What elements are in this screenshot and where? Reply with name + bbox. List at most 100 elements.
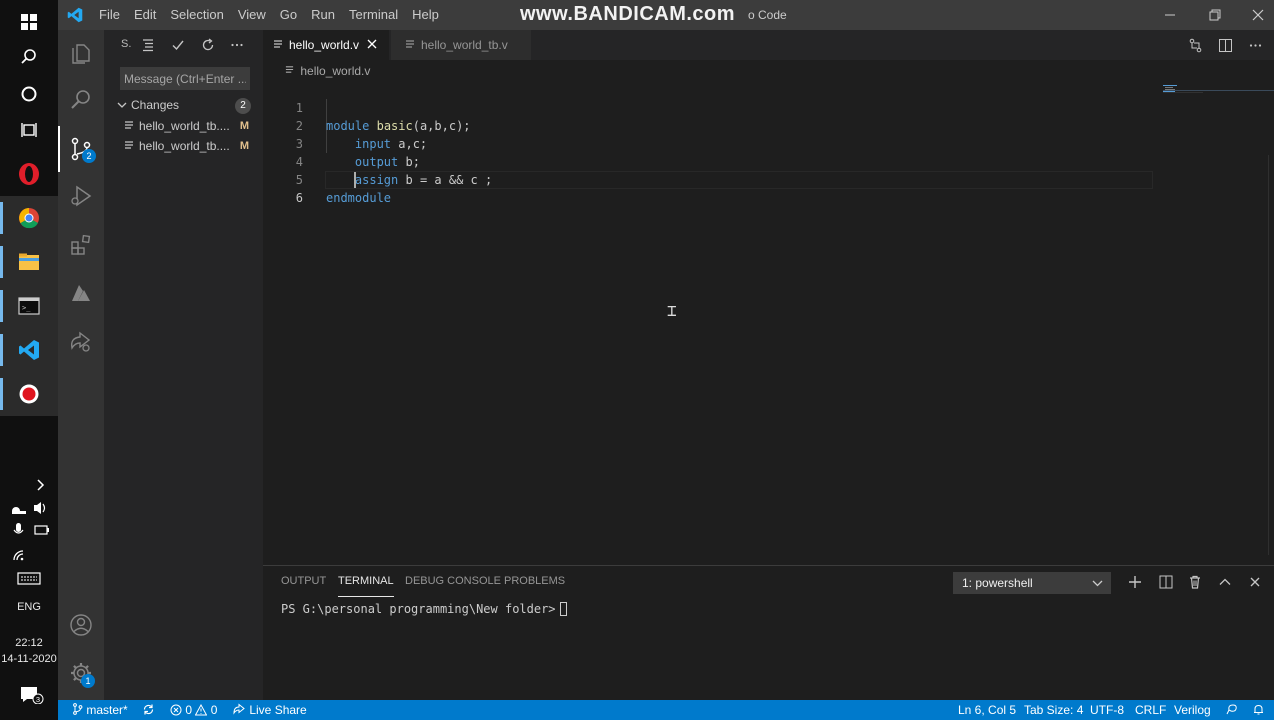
live-share-icon[interactable]	[58, 319, 104, 365]
sync-icon[interactable]	[142, 700, 155, 720]
menu-file[interactable]: File	[92, 0, 127, 30]
feedback-icon[interactable]	[1225, 700, 1238, 720]
settings-badge: 1	[81, 674, 95, 688]
branch-status[interactable]: master*	[72, 700, 128, 720]
show-hidden-icons-chevron-icon[interactable]	[0, 476, 58, 497]
input-language[interactable]: ENG	[0, 601, 58, 613]
explorer-icon[interactable]	[58, 30, 104, 76]
file-icon	[124, 139, 134, 154]
changes-group-header[interactable]: Changes 2	[104, 95, 263, 117]
commit-message-input[interactable]	[120, 67, 250, 90]
commit-check-icon[interactable]	[169, 36, 187, 54]
notifications-bell-icon[interactable]	[1252, 700, 1265, 720]
git-branch-icon	[73, 703, 83, 715]
clock-date[interactable]: 14-11-2020	[0, 653, 58, 665]
changed-file-item[interactable]: hello_world_tb.... M	[104, 136, 263, 156]
code-line: 6	[263, 171, 1153, 205]
terminal-cursor	[559, 602, 567, 616]
chrome-icon[interactable]	[0, 196, 58, 240]
close-button[interactable]	[1236, 0, 1274, 30]
vscode-icon[interactable]	[0, 328, 58, 372]
warning-icon	[195, 703, 208, 716]
source-control-icon[interactable]: 2	[58, 126, 104, 172]
terminal-prompt: PS G:\personal programming\New folder>	[281, 602, 556, 616]
extensions-icon[interactable]	[58, 222, 104, 268]
action-center-icon[interactable]: 3	[0, 684, 58, 707]
live-share-status[interactable]: Live Share	[233, 700, 307, 720]
close-panel-icon[interactable]	[1245, 572, 1265, 592]
verilog-file-icon	[273, 38, 283, 53]
language-mode[interactable]: Verilog	[1174, 700, 1211, 720]
more-actions-icon[interactable]	[228, 36, 246, 54]
svg-text:>_: >_	[22, 304, 31, 312]
menu-terminal[interactable]: Terminal	[342, 0, 405, 30]
tab-problems[interactable]: PROBLEMS	[504, 575, 565, 597]
open-changes-icon[interactable]	[1186, 36, 1204, 54]
wifi-icon[interactable]	[0, 546, 58, 565]
bandicam-record-icon[interactable]	[0, 372, 58, 416]
menu-selection[interactable]: Selection	[163, 0, 230, 30]
source-control-badge: 2	[82, 149, 96, 163]
tab-hello-world-v[interactable]: hello_world.v	[263, 30, 389, 60]
accounts-icon[interactable]	[58, 602, 104, 648]
bottom-panel: OUTPUT TERMINAL DEBUG CONSOLE PROBLEMS 1…	[263, 565, 1274, 700]
maximize-panel-chevron-up-icon[interactable]	[1215, 572, 1235, 592]
kill-terminal-trash-icon[interactable]	[1185, 572, 1205, 592]
search-view-icon[interactable]	[58, 76, 104, 122]
menu-view[interactable]: View	[231, 0, 273, 30]
azure-icon[interactable]	[58, 271, 104, 317]
menu-help[interactable]: Help	[405, 0, 446, 30]
file-icon	[124, 119, 134, 134]
terminal-icon[interactable]: >_	[0, 284, 58, 328]
line-number: 6	[295, 191, 303, 205]
clock-time[interactable]: 22:12	[0, 637, 58, 649]
minimize-button[interactable]	[1148, 0, 1192, 30]
view-as-tree-icon[interactable]	[139, 36, 157, 54]
refresh-icon[interactable]	[199, 36, 217, 54]
keyboard-icon[interactable]	[0, 570, 58, 589]
tab-debug-console[interactable]: DEBUG CONSOLE	[405, 575, 501, 597]
notification-count: 3	[36, 695, 40, 704]
tab-label: hello_world_tb.v	[421, 38, 508, 52]
restore-button[interactable]	[1193, 0, 1237, 30]
split-terminal-icon[interactable]	[1156, 572, 1176, 592]
tab-terminal[interactable]: TERMINAL	[338, 575, 394, 597]
end-of-line[interactable]: CRLF	[1135, 700, 1166, 720]
changes-count-badge: 2	[235, 98, 251, 114]
changed-file-item[interactable]: hello_world_tb.... M	[104, 116, 263, 136]
run-debug-icon[interactable]	[58, 173, 104, 219]
editor-scrollbar[interactable]	[1268, 155, 1274, 555]
encoding[interactable]: UTF-8	[1090, 700, 1124, 720]
tray-mic-battery-icons[interactable]	[0, 522, 58, 541]
split-editor-icon[interactable]	[1216, 36, 1234, 54]
file-explorer-icon[interactable]	[0, 240, 58, 284]
windows-taskbar: >_ ENG 22:12 14-11-2020 3	[0, 0, 58, 720]
cursor-position[interactable]: Ln 6, Col 5	[958, 700, 1016, 720]
editor-more-actions-icon[interactable]	[1246, 36, 1264, 54]
modified-status: M	[239, 120, 249, 132]
changes-label: Changes	[131, 98, 180, 112]
tray-network-volume-icons[interactable]	[0, 500, 58, 519]
code-editor[interactable]: hello_world.v 1 module basic(a,b,c); 2 i…	[263, 60, 1274, 565]
breadcrumb[interactable]: hello_world.v	[285, 64, 370, 78]
status-bar: master* 0 0 Live Share Ln 6, Col 5 Tab S…	[58, 700, 1274, 720]
minimap[interactable]	[1163, 82, 1274, 94]
opera-icon[interactable]	[0, 152, 58, 196]
problems-status[interactable]: 0 0	[170, 700, 217, 720]
tab-hello-world-tb-v[interactable]: hello_world_tb.v	[391, 30, 531, 60]
tab-size[interactable]: Tab Size: 4	[1024, 700, 1083, 720]
terminal-selector-dropdown[interactable]: 1: powershell	[953, 572, 1111, 594]
terminal-output[interactable]: PS G:\personal programming\New folder>	[281, 602, 567, 616]
task-view-icon[interactable]	[0, 108, 58, 152]
changed-file-name: hello_world_tb....	[139, 119, 230, 133]
close-tab-icon[interactable]	[367, 38, 377, 52]
chevron-down-icon	[116, 99, 128, 115]
manage-gear-icon[interactable]: 1	[58, 650, 104, 696]
new-terminal-plus-icon[interactable]	[1125, 572, 1145, 592]
minimap-slider[interactable]	[1163, 90, 1274, 91]
menu-go[interactable]: Go	[273, 0, 304, 30]
tab-output[interactable]: OUTPUT	[281, 575, 326, 597]
menu-run[interactable]: Run	[304, 0, 342, 30]
breadcrumb-file: hello_world.v	[300, 64, 371, 78]
menu-edit[interactable]: Edit	[127, 0, 163, 30]
